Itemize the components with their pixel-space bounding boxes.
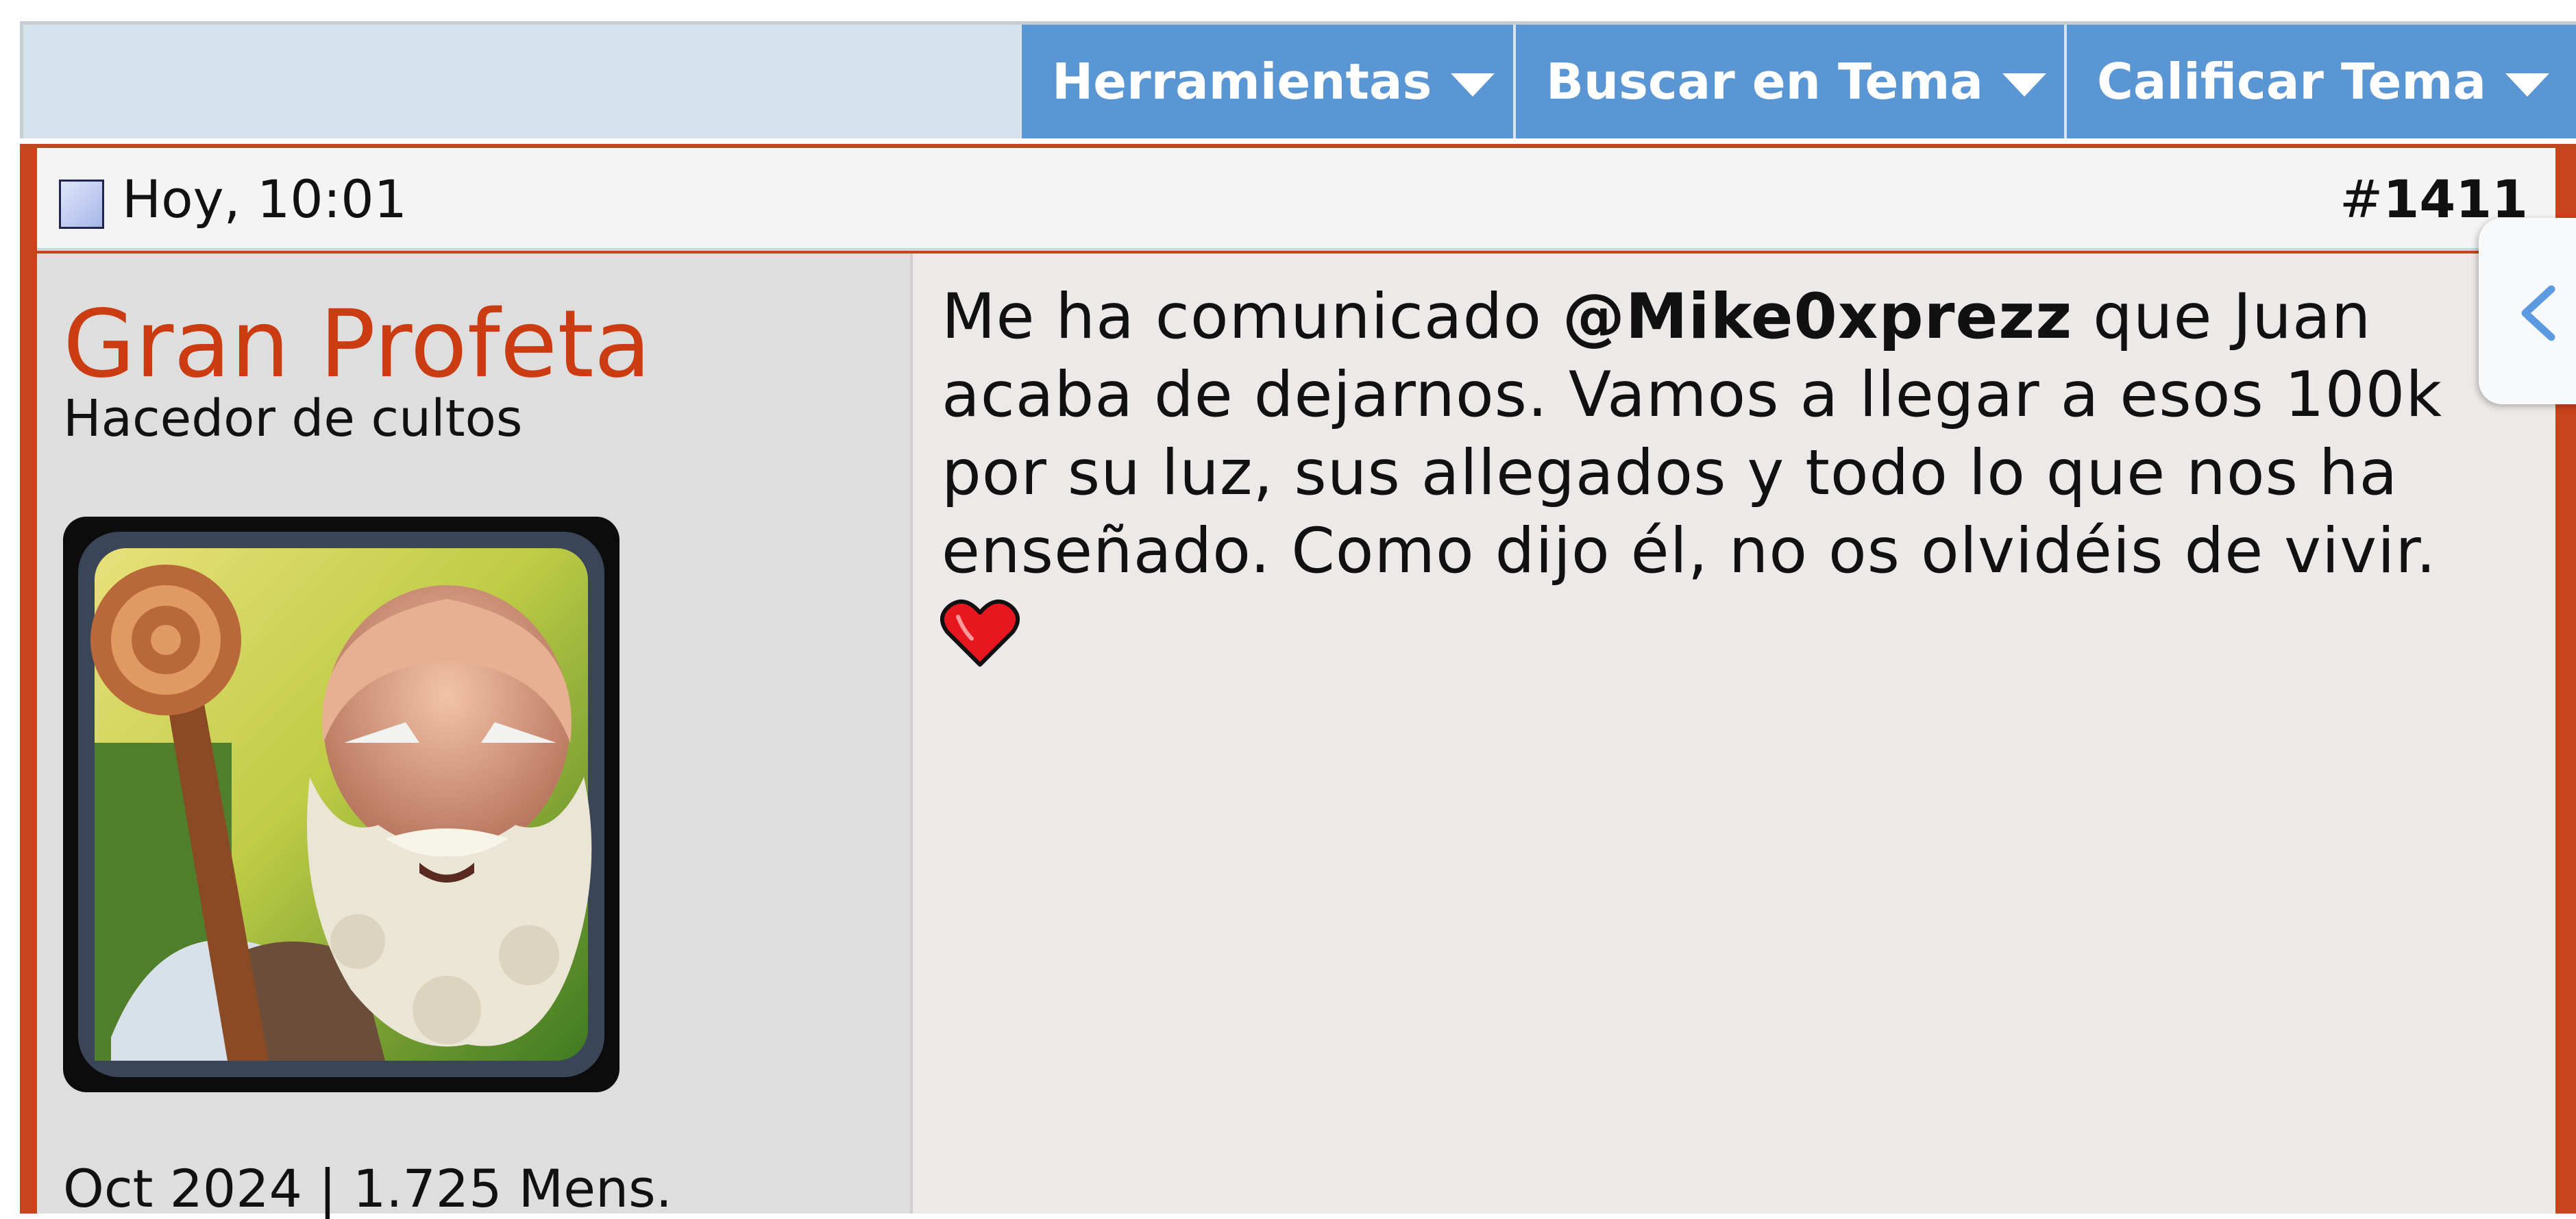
user-join-info: Oct 2024 | 1.725 Mens. [63,1158,672,1219]
username-link[interactable]: Gran Profeta [63,291,651,399]
user-title: Hacedor de cultos [63,389,523,448]
search-thread-button[interactable]: Buscar en Tema [1516,25,2064,138]
rate-thread-label: Calificar Tema [2097,53,2486,110]
post-header: Hoy, 10:01 #1411 [37,148,2555,251]
join-separator: | [319,1158,336,1219]
post-date: Hoy, 10:01 [122,169,407,230]
user-info-panel: Gran Profeta Hacedor de cultos Oct 2024 … [37,254,913,1219]
post-status-icon [59,180,104,229]
post-message-text: Me ha comunicado @Mike0xprezz que Juan a… [942,278,2545,591]
prophet-avatar-image [78,532,604,1077]
message-text-before: Me ha comunicado [942,281,1562,353]
heart-icon [940,599,1020,667]
tools-menu-label: Herramientas [1052,53,1432,110]
caret-down-icon [2505,73,2549,97]
caret-down-icon [2002,73,2046,97]
chevron-left-icon [2521,285,2555,341]
rate-thread-button[interactable]: Calificar Tema [2067,25,2576,138]
side-panel-toggle[interactable] [2479,218,2576,404]
user-mention-link[interactable]: @Mike0xprezz [1562,281,2072,353]
avatar[interactable] [63,517,620,1092]
search-thread-label: Buscar en Tema [1546,53,1983,110]
tools-menu-button[interactable]: Herramientas [1022,25,1513,138]
caret-down-icon [1451,73,1495,97]
post-message-panel: Me ha comunicado @Mike0xprezz que Juan a… [913,254,2555,1214]
thread-toolbar: Herramientas Buscar en Tema Calificar Te… [20,25,2576,138]
join-date: Oct 2024 [63,1158,302,1219]
post-number-prefix: # [2339,169,2383,230]
post-count: 1.725 Mens. [352,1158,672,1219]
